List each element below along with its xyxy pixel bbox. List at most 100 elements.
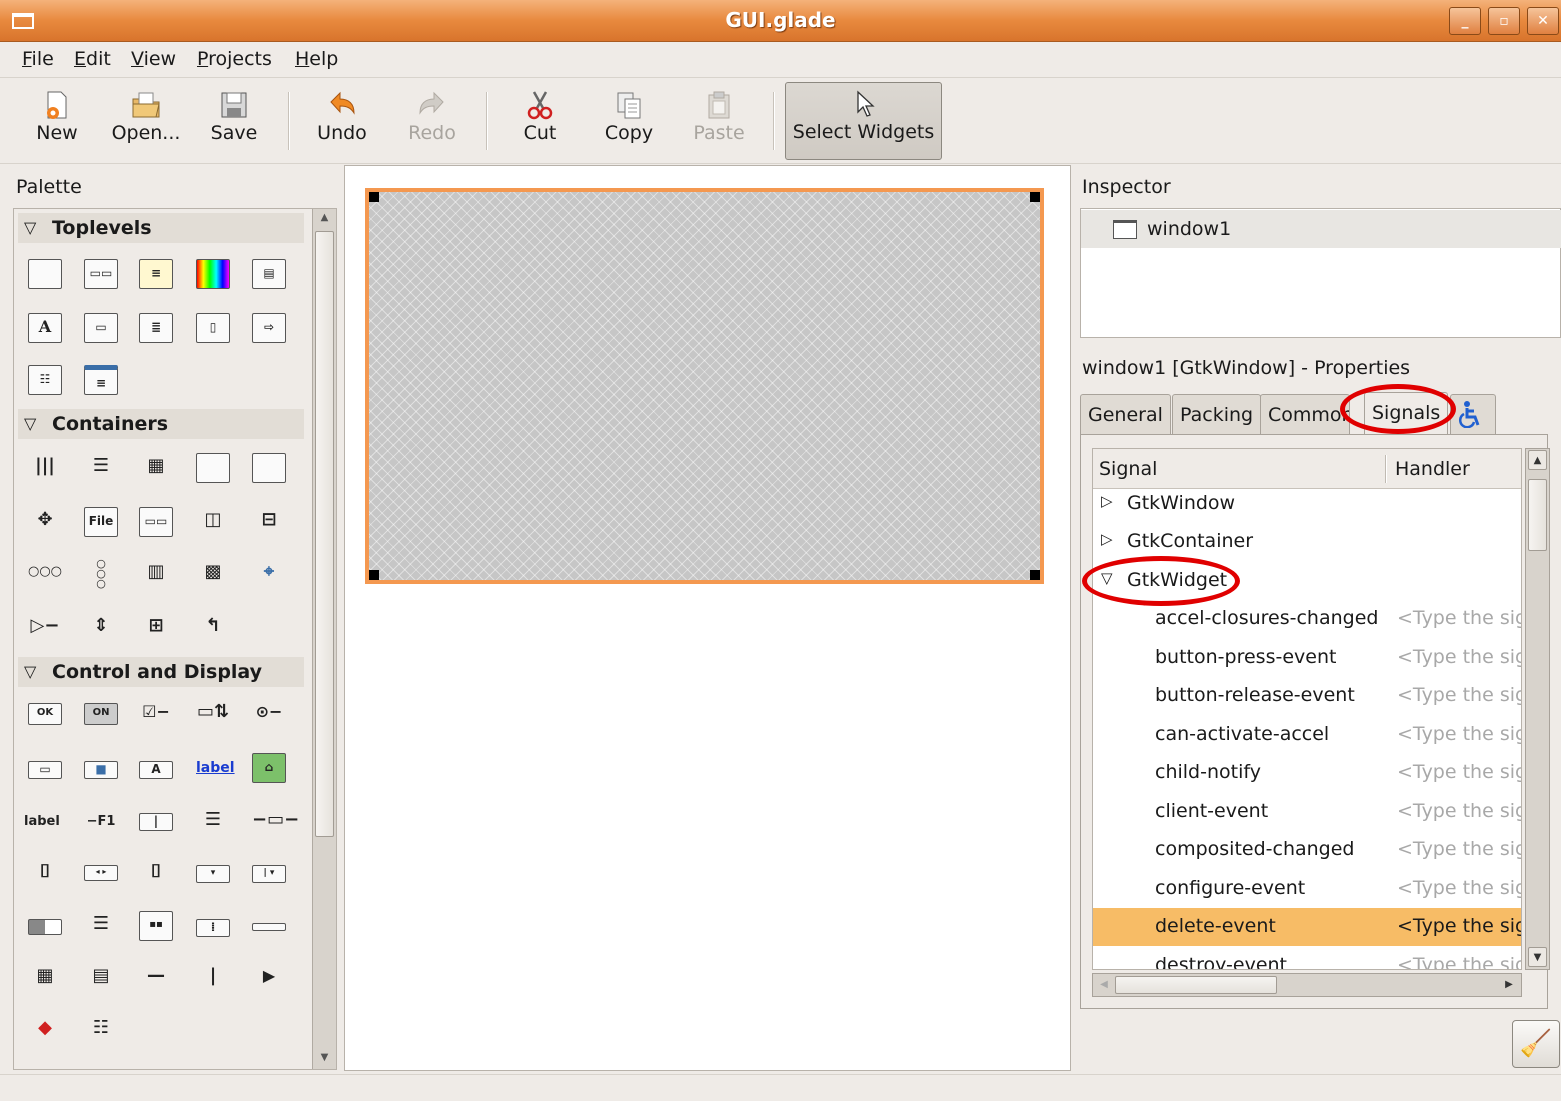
signal-handler-cell[interactable]: <Type the signal's handler here>: [1397, 684, 1521, 706]
maximize-button[interactable]: ▫: [1488, 7, 1520, 35]
resize-handle[interactable]: [369, 192, 379, 202]
column-header-signal[interactable]: Signal: [1099, 458, 1157, 480]
scroll-down-icon[interactable]: ▼: [315, 1049, 334, 1067]
palette-scrollbar[interactable]: ▲ ▼: [312, 209, 336, 1069]
color-button-icon[interactable]: ■: [84, 761, 118, 779]
link-button-icon[interactable]: label: [196, 755, 235, 785]
tab-general[interactable]: General: [1080, 394, 1171, 434]
hbox-icon[interactable]: |||: [28, 453, 62, 483]
vseparator-icon[interactable]: |: [196, 963, 230, 993]
copy-button[interactable]: Copy: [598, 84, 660, 160]
redo-button[interactable]: Redo: [402, 84, 462, 160]
column-header-handler[interactable]: Handler: [1395, 458, 1470, 480]
scrollbar-thumb[interactable]: [315, 231, 334, 837]
radio-button-icon[interactable]: ⊙−: [252, 699, 286, 729]
undo-button[interactable]: Undo: [312, 84, 372, 160]
toggle-button-icon[interactable]: ON: [84, 703, 118, 725]
table-icon[interactable]: ▦: [139, 453, 173, 483]
combo-box-entry-icon[interactable]: | ▾: [252, 865, 286, 883]
tab-accessibility[interactable]: [1450, 394, 1496, 434]
signal-handler-cell[interactable]: <Type the signal's handler here>: [1397, 954, 1521, 969]
scrollbar-thumb[interactable]: [1115, 976, 1277, 994]
hscrollbar-icon[interactable]: ◂ ▸: [84, 865, 118, 881]
minimize-button[interactable]: _: [1449, 7, 1481, 35]
alignment-icon[interactable]: ⊞: [139, 613, 173, 643]
expander-right-icon[interactable]: ▷: [1101, 492, 1113, 510]
menu-file[interactable]: File: [22, 48, 54, 70]
check-button-icon[interactable]: ☑−: [139, 699, 173, 729]
scroll-down-icon[interactable]: ▼: [1528, 947, 1547, 967]
select-widgets-button[interactable]: Select Widgets: [785, 82, 942, 160]
app-window-icon[interactable]: ≡: [84, 365, 118, 395]
frame-icon[interactable]: [252, 453, 286, 483]
vpaned-icon[interactable]: ⊟: [252, 507, 286, 537]
signal-row[interactable]: button-release-event <Type the signal's …: [1093, 677, 1521, 715]
signal-handler-cell[interactable]: <Type the signal's handler here>: [1397, 800, 1521, 822]
cut-button[interactable]: Cut: [510, 84, 570, 160]
page-setup-icon[interactable]: ▯: [196, 313, 230, 343]
expander-icon[interactable]: ▷−: [28, 613, 62, 643]
scroll-up-icon[interactable]: ▲: [1528, 450, 1547, 470]
scroll-right-icon[interactable]: ▶: [1499, 975, 1519, 995]
spin-button-icon[interactable]: ▭⇅: [196, 699, 230, 729]
scrolled-window-icon[interactable]: ⇕: [84, 613, 118, 643]
paste-button[interactable]: Paste: [688, 84, 750, 160]
recent-chooser-icon[interactable]: ☷: [28, 365, 62, 395]
signals-horizontal-scrollbar[interactable]: ◀ ▶: [1092, 973, 1522, 997]
layout-icon[interactable]: ▩: [196, 559, 230, 589]
signal-row[interactable]: client-event <Type the signal's handler …: [1093, 793, 1521, 831]
tree-view-icon[interactable]: ☰: [84, 911, 118, 941]
viewport-icon[interactable]: ▥: [139, 559, 173, 589]
scroll-left-icon[interactable]: ◀: [1094, 975, 1114, 995]
entry-icon[interactable]: |: [139, 813, 173, 831]
inspector-item-window1[interactable]: window1: [1081, 210, 1561, 248]
vbuttonbox-icon[interactable]: ○ ○ ○: [84, 558, 118, 589]
signal-handler-cell[interactable]: <Type the signal's handler here>: [1397, 646, 1521, 668]
about-dialog-icon[interactable]: ≣: [139, 313, 173, 343]
design-workspace[interactable]: [344, 165, 1071, 1071]
window1-design-canvas[interactable]: [365, 188, 1044, 584]
file-chooser-button-icon[interactable]: ▭: [28, 761, 62, 779]
column-divider[interactable]: [1385, 455, 1387, 483]
assistant-icon[interactable]: ⇨: [252, 313, 286, 343]
signal-handler-cell[interactable]: <Type the signal's handler here>: [1397, 838, 1521, 860]
signal-row[interactable]: composited-changed <Type the signal's ha…: [1093, 831, 1521, 869]
signal-row[interactable]: can-activate-accel <Type the signal's ha…: [1093, 716, 1521, 754]
scroll-up-icon[interactable]: ▲: [315, 209, 334, 227]
color-selection-icon[interactable]: [196, 259, 230, 289]
signal-handler-cell[interactable]: <Type the signal's handler here>: [1397, 877, 1521, 899]
resize-handle[interactable]: [369, 570, 379, 580]
menu-icon[interactable]: ▤: [84, 963, 118, 993]
vscale-icon[interactable]: ⌷: [28, 859, 62, 889]
status-bar-icon[interactable]: ☷: [84, 1015, 118, 1045]
signal-handler-cell[interactable]: <Type the signal's handler here>: [1397, 607, 1521, 629]
palette-group-control-display[interactable]: ▽ Control and Display: [18, 657, 304, 687]
hscale-icon[interactable]: −▭−: [252, 807, 299, 837]
signals-vertical-scrollbar[interactable]: ▲ ▼: [1525, 448, 1550, 970]
hseparator-entry-icon[interactable]: [252, 923, 286, 931]
dialog-widget-icon[interactable]: ▭▭: [84, 259, 118, 289]
hbuttonbox-icon[interactable]: ○○○: [28, 559, 62, 589]
hseparator-icon[interactable]: —: [139, 963, 173, 993]
palette-group-containers[interactable]: ▽ Containers: [18, 409, 304, 439]
menu-view[interactable]: View: [131, 48, 176, 70]
font-button-icon[interactable]: A: [139, 761, 173, 779]
scrollbar-thumb[interactable]: [1528, 479, 1547, 551]
treeview-entry-icon[interactable]: ⁞: [196, 919, 230, 937]
close-button[interactable]: ✕: [1527, 7, 1559, 35]
resize-handle[interactable]: [1030, 192, 1040, 202]
calendar-icon[interactable]: ▦: [28, 963, 62, 993]
signal-row[interactable]: child-notify <Type the signal's handler …: [1093, 754, 1521, 792]
file-chooser-dialog-icon[interactable]: ▤: [252, 259, 286, 289]
clear-button[interactable]: 🧹: [1512, 1020, 1560, 1068]
combo-box-icon[interactable]: ▾: [196, 865, 230, 883]
signal-group-gtkwindow[interactable]: ▷ GtkWindow: [1093, 485, 1521, 523]
label-icon[interactable]: label: [24, 809, 60, 839]
message-dialog-icon[interactable]: ≡: [139, 259, 173, 289]
resize-handle[interactable]: [1030, 570, 1040, 580]
image-icon[interactable]: ⌂: [252, 753, 286, 783]
accel-label-icon[interactable]: −F1: [84, 809, 118, 839]
signal-row[interactable]: configure-event <Type the signal's handl…: [1093, 870, 1521, 908]
arrow-icon[interactable]: ▶: [252, 963, 286, 993]
toolbar-widget-icon[interactable]: ▭▭: [139, 507, 173, 537]
